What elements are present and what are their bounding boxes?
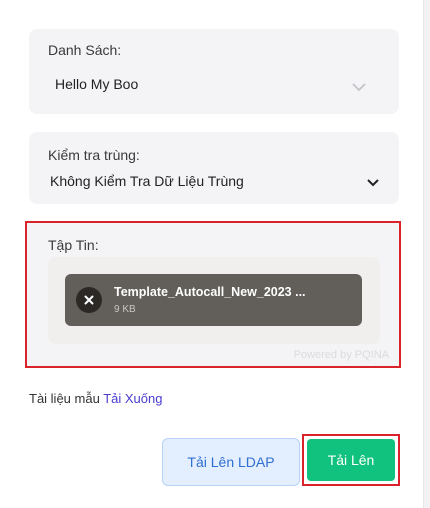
file-label: Tập Tin: — [48, 237, 99, 253]
download-link[interactable]: Tải Xuống — [103, 391, 162, 406]
powered-by-link[interactable]: Powered by PQINA — [294, 349, 389, 361]
close-icon[interactable] — [76, 287, 102, 313]
duplicate-check-value[interactable]: Không Kiểm Tra Dữ Liệu Trùng — [50, 173, 244, 189]
ldap-upload-button[interactable]: Tải Lên LDAP — [162, 438, 300, 486]
list-selected-value[interactable]: Hello My Boo — [55, 76, 138, 92]
upload-button-highlight: Tải Lên — [302, 434, 400, 486]
list-label: Danh Sách: — [48, 42, 122, 58]
file-name: Template_Autocall_New_2023 ... — [114, 285, 306, 299]
sample-document: Tài liệu mẫu Tải Xuống — [29, 391, 162, 406]
file-size: 9 KB — [114, 304, 136, 315]
uploaded-file-item: Template_Autocall_New_2023 ... 9 KB — [65, 274, 362, 326]
sample-text: Tài liệu mẫu — [29, 391, 100, 406]
upload-panel: Danh Sách: Hello My Boo Kiểm tra trùng: … — [0, 0, 424, 508]
file-upload-field: Tập Tin: Template_Autocall_New_2023 ... … — [25, 221, 401, 368]
upload-button[interactable]: Tải Lên — [307, 439, 395, 481]
duplicate-check-select[interactable]: Kiểm tra trùng: Không Kiểm Tra Dữ Liệu T… — [29, 132, 399, 204]
duplicate-check-label: Kiểm tra trùng: — [48, 147, 140, 163]
file-drop-area[interactable]: Template_Autocall_New_2023 ... 9 KB — [48, 257, 380, 344]
chevron-down-icon[interactable] — [367, 174, 379, 192]
chevron-down-icon[interactable] — [352, 79, 366, 97]
list-select[interactable]: Danh Sách: Hello My Boo — [29, 29, 399, 114]
